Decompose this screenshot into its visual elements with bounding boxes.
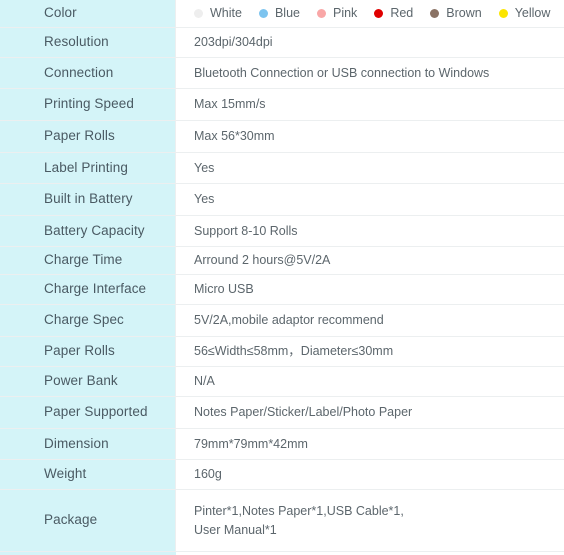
color-option[interactable]: Blue [258,4,300,22]
table-row: Paper Rolls Max 56*30mm [0,121,564,153]
spec-value: N/A [194,374,215,389]
spec-label: Paper Rolls [0,337,176,366]
spec-value: 56≤Width≤58mm，Diameter≤30mm [194,344,394,359]
table-row: Charge Interface Micro USB [0,275,564,305]
spec-value: Yes [194,192,215,207]
spec-label: Color [0,0,176,27]
table-row: Printing Speed Max 15mm/s [0,89,564,121]
color-dot-icon [258,9,268,18]
spec-value: Notes Paper/Sticker/Label/Photo Paper [194,405,413,420]
table-row: Color White Blue Pink Red Brown Yellow [0,0,564,28]
table-row: Connection Bluetooth Connection or USB co… [0,58,564,89]
spec-value: Max 56*30mm [194,129,275,144]
spec-label: Connection [0,58,176,88]
spec-label: Package [0,490,176,551]
spec-label: Printing Speed [0,89,176,120]
color-option[interactable]: Red [374,4,413,22]
color-name: White [210,6,242,21]
color-dot-icon [194,9,203,18]
table-row: Paper Supported Notes Paper/Sticker/Label… [0,397,564,429]
spec-value: White Blue Pink Red Brown Yellow [176,0,564,27]
color-dot-icon [430,9,440,18]
spec-value: 203dpi/304dpi [194,35,273,50]
table-row: Power Bank N/A [0,367,564,397]
spec-value-line: Pinter*1,Notes Paper*1,USB Cable*1, [194,504,404,519]
spec-label: Charge Spec [0,305,176,336]
spec-value: 160g [194,467,222,482]
table-row: Dimension 79mm*79mm*42mm [0,429,564,460]
spec-label: Dimension [0,429,176,459]
color-dot-icon [374,9,384,18]
color-dot-icon [498,9,508,18]
spec-label: Power Bank [0,367,176,396]
color-option[interactable]: White [194,4,242,22]
spec-value: Bluetooth Connection or USB connection t… [194,65,490,80]
table-row: Resolution 203dpi/304dpi [0,28,564,58]
spec-value: Max 15mm/s [194,97,266,112]
spec-value: 5V/2A,mobile adaptor recommend [194,313,384,328]
table-body: Color White Blue Pink Red Brown Yellow Resoluti… [0,0,564,552]
table-row: Label Printing Yes [0,153,564,184]
color-option[interactable]: Yellow [498,4,551,22]
spec-value: Pinter*1,Notes Paper*1,USB Cable*1, User … [176,490,564,551]
spec-label: Paper Supported [0,397,176,428]
spec-value: Micro USB [194,282,254,297]
table-row: Charge Time Arround 2 hours@5V/2A [0,247,564,275]
spec-label: Resolution [0,28,176,57]
color-option[interactable]: Brown [430,4,482,22]
spec-label: Label Printing [0,153,176,183]
color-name: Brown [446,6,482,21]
table-row: Built in Battery Yes [0,184,564,216]
spec-value-line: User Manual*1 [194,522,277,537]
spec-value: Support 8-10 Rolls [194,223,298,238]
color-dot-icon [316,9,326,18]
spec-label: Paper Rolls [0,121,176,152]
color-name: Pink [332,6,358,21]
spec-label: Battery Capacity [0,216,176,246]
table-row: Battery Capacity Support 8-10 Rolls [0,216,564,247]
spec-label: Charge Time [0,247,176,274]
color-name: Red [390,6,414,21]
spec-label: Charge Interface [0,275,176,304]
table-row: Charge Spec 5V/2A,mobile adaptor recommen… [0,305,564,337]
table-row: Paper Rolls 56≤Width≤58mm，Diameter≤30mm [0,337,564,367]
spec-label: Weight [0,460,176,489]
color-name: Yellow [514,6,551,21]
spec-value: 79mm*79mm*42mm [194,436,308,451]
color-name: Blue [274,6,300,21]
color-swatch-list: White Blue Pink Red Brown Yellow [194,4,550,22]
table-row: Package Pinter*1,Notes Paper*1,USB Cable*… [0,490,564,552]
table-row: Weight 160g [0,460,564,490]
spec-value: Arround 2 hours@5V/2A [194,253,331,268]
color-option[interactable]: Pink [316,4,358,22]
spec-value: Yes [194,160,215,175]
specification-table: Color White Blue Pink Red Brown Yellow Resoluti… [0,0,564,555]
spec-label: Built in Battery [0,184,176,215]
